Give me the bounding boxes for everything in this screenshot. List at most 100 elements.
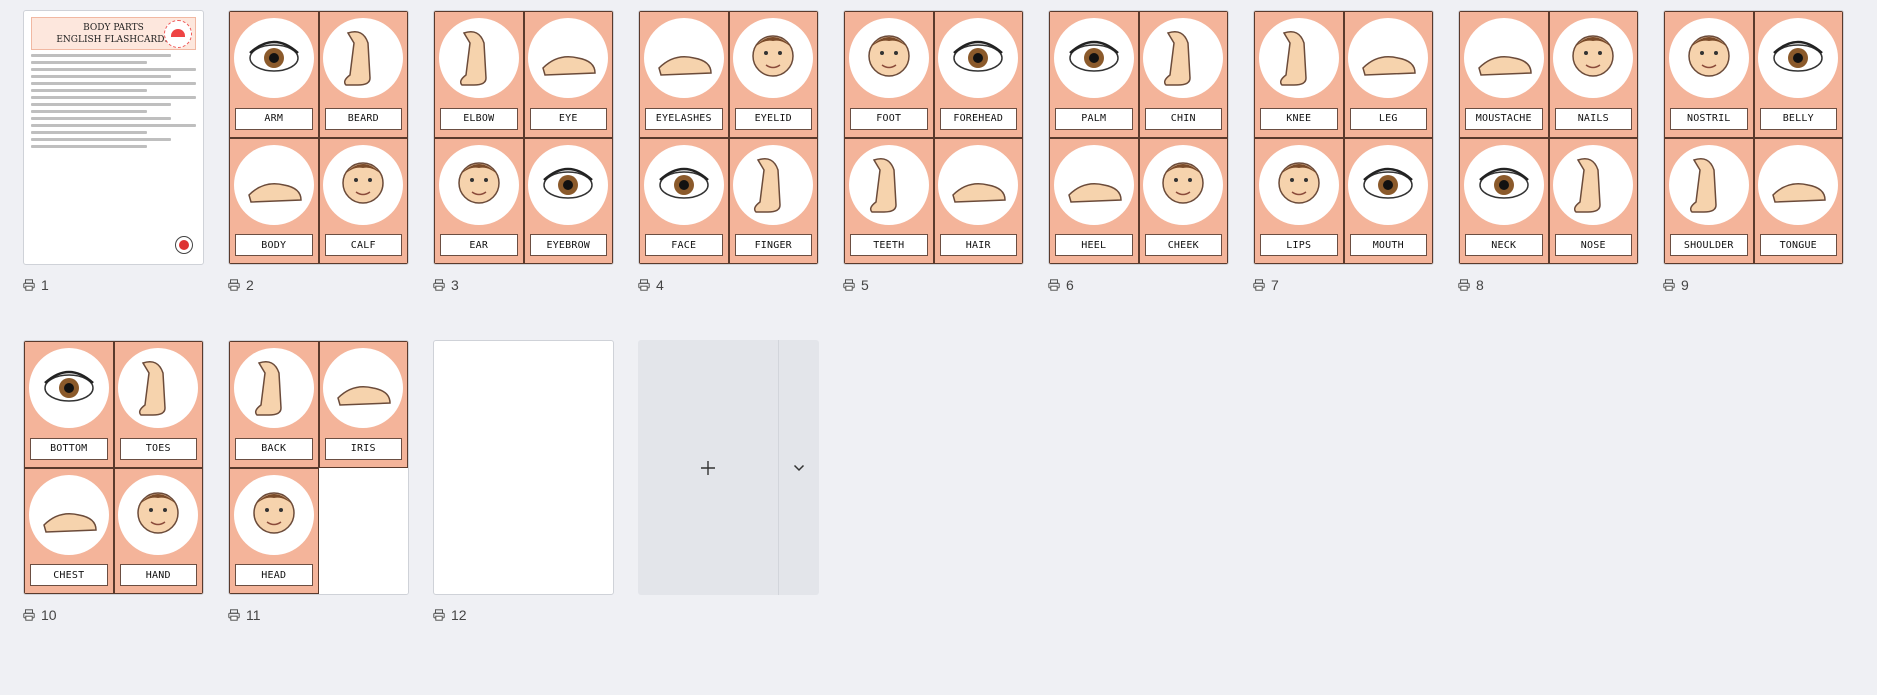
page-4: EYELASHES EYELID FACE FINGER 4 (638, 10, 819, 293)
flashcard-label: FACE (645, 234, 723, 256)
page-number: 8 (1458, 277, 1639, 293)
page-thumbnail[interactable]: MOUSTACHE NAILS NECK NOSE (1458, 10, 1639, 265)
plus-icon (701, 460, 715, 475)
flashcard-image (118, 348, 199, 428)
flashcard-label: CHIN (1144, 107, 1222, 130)
flashcard: TOES (113, 341, 203, 468)
flashcard: FACE (639, 137, 729, 264)
flashcard-image (733, 18, 814, 98)
printer-icon (228, 279, 240, 291)
flashcard: MOUTH (1343, 137, 1433, 264)
flashcard: CHEST (24, 467, 114, 594)
page-thumbnail[interactable]: EYELASHES EYELID FACE FINGER (638, 10, 819, 265)
flashcard-label: HAIR (939, 234, 1017, 256)
page-number-text: 12 (451, 607, 467, 623)
flashcard: NAILS (1548, 11, 1638, 138)
page-12: 12 (433, 340, 614, 623)
printer-icon (1253, 279, 1265, 291)
flashcard: BODY (229, 137, 319, 264)
flashcard-grid: EYELASHES EYELID FACE FINGER (639, 11, 818, 264)
flashcard: HAND (113, 467, 203, 594)
flashcard-image (1553, 18, 1634, 98)
flashcard-label: BOTTOM (30, 437, 108, 460)
flashcard-label: EYEBROW (529, 234, 607, 256)
flashcard-image (233, 348, 314, 428)
page-number: 10 (23, 607, 204, 623)
flashcard-grid: FOOT FOREHEAD TEETH HAIR (844, 11, 1023, 264)
flashcard: ARM (229, 11, 319, 138)
page-number-text: 8 (1476, 277, 1484, 293)
page-thumbnail[interactable] (433, 340, 614, 595)
page-2: ARM BEARD BODY CALF 2 (228, 10, 409, 293)
flashcard-image (1348, 144, 1429, 225)
flashcard-image (438, 144, 519, 225)
flashcard: HEAD (229, 467, 319, 594)
flashcard-label: LIPS (1260, 234, 1338, 256)
flashcard-image (233, 18, 314, 98)
flashcard-image (643, 144, 724, 225)
page-number: 3 (433, 277, 614, 293)
page-thumbnail[interactable]: BOTTOM TOES CHEST HAND (23, 340, 204, 595)
flashcard-image (323, 18, 404, 98)
flashcard-label: CALF (324, 234, 402, 256)
flashcard-label: ARM (235, 107, 313, 130)
printer-icon (228, 609, 240, 621)
page-thumbnail[interactable]: ELBOW EYE EAR EYEBROW (433, 10, 614, 265)
page-thumbnail[interactable]: PALM CHIN HEEL CHEEK (1048, 10, 1229, 265)
flashcard-image (1668, 18, 1749, 98)
page-thumbnail[interactable]: BODY PARTS ENGLISH FLASHCARDS (23, 10, 204, 265)
flashcard: BACK (229, 341, 319, 468)
chevron-down-icon (793, 464, 805, 471)
flashcard-image (938, 144, 1019, 225)
page-number-text: 11 (246, 607, 261, 623)
title-page: BODY PARTS ENGLISH FLASHCARDS (24, 11, 203, 254)
flashcard-label: LEG (1349, 107, 1427, 130)
page-number: 7 (1253, 277, 1434, 293)
printer-icon (638, 279, 650, 291)
flashcard: FOREHEAD (933, 11, 1023, 138)
flashcard-label: EAR (440, 234, 518, 256)
printer-icon (1048, 279, 1060, 291)
flashcard-image (1143, 144, 1224, 225)
page-thumbnail[interactable]: ARM BEARD BODY CALF (228, 10, 409, 265)
logo-icon (175, 236, 193, 254)
flashcard-grid: BOTTOM TOES CHEST HAND (24, 341, 203, 594)
flashcard-image (938, 18, 1019, 98)
flashcard-label: NECK (1465, 234, 1543, 256)
flashcard-label: TOES (119, 437, 197, 460)
page-number: 11 (228, 607, 409, 623)
add-page-options-button[interactable] (778, 340, 819, 595)
flashcard-image (1053, 18, 1134, 98)
page-3: ELBOW EYE EAR EYEBROW 3 (433, 10, 614, 293)
page-10: BOTTOM TOES CHEST HAND 10 (23, 340, 204, 623)
add-page-wrapper (638, 340, 819, 623)
flashcard-label: CHEST (30, 564, 108, 586)
page-number: 5 (843, 277, 1024, 293)
flashcard-image (1143, 18, 1224, 98)
flashcard: MOUSTACHE (1459, 11, 1549, 138)
flashcard-image (438, 18, 519, 98)
flashcard: NECK (1459, 137, 1549, 264)
page-number: 2 (228, 277, 409, 293)
page-thumbnail[interactable]: KNEE LEG LIPS MOUTH (1253, 10, 1434, 265)
page-thumbnail[interactable]: FOOT FOREHEAD TEETH HAIR (843, 10, 1024, 265)
flashcard: EAR (434, 137, 524, 264)
empty-slot (318, 467, 408, 594)
flashcard-label: TONGUE (1759, 234, 1837, 256)
flashcard-image (848, 144, 929, 225)
flashcard-label: HAND (119, 564, 197, 586)
flashcard-image (643, 18, 724, 98)
flashcard-label: NOSTRIL (1670, 107, 1748, 130)
page-number: 9 (1663, 277, 1844, 293)
page-number: 4 (638, 277, 819, 293)
page-11: BACK IRIS HEAD 11 (228, 340, 409, 623)
flashcard: EYE (523, 11, 613, 138)
flashcard-image (528, 144, 609, 225)
page-7: KNEE LEG LIPS MOUTH 7 (1253, 10, 1434, 293)
add-page-button[interactable] (638, 340, 778, 595)
page-number-text: 7 (1271, 277, 1279, 293)
page-thumbnail[interactable]: NOSTRIL BELLY SHOULDER TONGUE (1663, 10, 1844, 265)
flashcard-label: MOUSTACHE (1465, 107, 1543, 130)
page-thumbnail[interactable]: BACK IRIS HEAD (228, 340, 409, 595)
flashcard: SHOULDER (1664, 137, 1754, 264)
